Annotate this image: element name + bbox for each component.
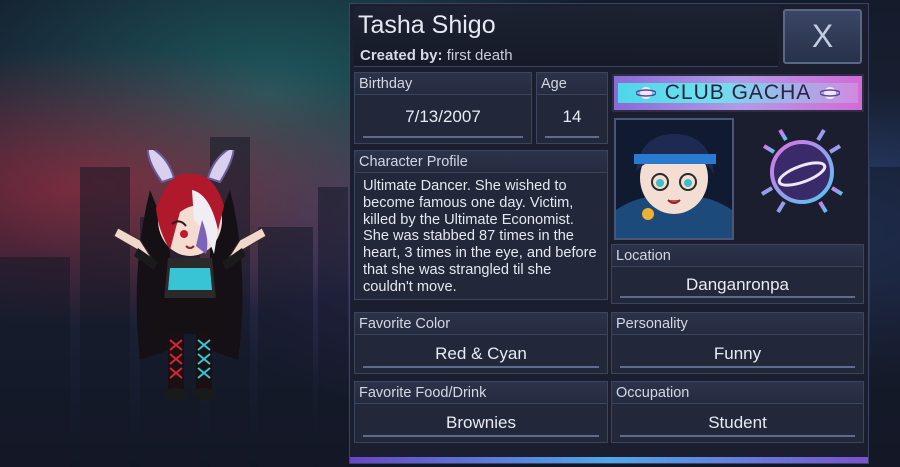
portrait-image: [616, 120, 732, 238]
field-personality[interactable]: Personality Funny: [611, 312, 864, 374]
field-location[interactable]: Location Danganronpa: [611, 244, 864, 304]
close-button[interactable]: X: [783, 9, 862, 64]
character-portrait[interactable]: [614, 118, 734, 240]
created-by-value: first death: [446, 47, 513, 64]
field-label: Age: [537, 73, 607, 95]
field-label: Favorite Color: [355, 313, 607, 335]
field-age[interactable]: Age 14: [536, 72, 608, 144]
field-favorite-food[interactable]: Favorite Food/Drink Brownies: [354, 381, 608, 443]
field-label: Birthday: [355, 73, 531, 95]
field-label: Personality: [612, 313, 863, 335]
field-label: Occupation: [612, 382, 863, 404]
profile-card: Tasha Shigo Created by: first death X Bi…: [349, 3, 869, 464]
close-icon: X: [811, 18, 834, 54]
field-character-profile[interactable]: Character Profile Ultimate Dancer. She w…: [354, 150, 608, 300]
field-underline: [620, 366, 855, 368]
character-profile-text: Ultimate Dancer. She wished to become fa…: [363, 178, 597, 295]
character-avatar[interactable]: [110, 144, 270, 410]
character-name: Tasha Shigo: [358, 11, 496, 39]
field-underline: [620, 435, 855, 437]
field-birthday[interactable]: Birthday 7/13/2007: [354, 72, 532, 144]
field-underline: [363, 435, 599, 437]
field-favorite-color[interactable]: Favorite Color Red & Cyan: [354, 312, 608, 374]
field-label: Location: [612, 245, 863, 267]
field-underline: [363, 366, 599, 368]
title-bar: Tasha Shigo Created by: first death: [354, 6, 778, 67]
field-label: Character Profile: [355, 151, 607, 173]
created-by-label: Created by:: [360, 47, 443, 64]
club-gacha-logo-icon: [756, 124, 848, 220]
character-figure: [113, 144, 267, 400]
field-underline: [363, 136, 523, 138]
panel-bottom-accent: [350, 457, 868, 463]
field-occupation[interactable]: Occupation Student: [611, 381, 864, 443]
field-label: Favorite Food/Drink: [355, 382, 607, 404]
planet-icon: [820, 87, 840, 99]
club-gacha-banner: CLUB GACHA: [612, 74, 864, 112]
field-underline: [545, 136, 599, 138]
created-by-line: Created by: first death: [360, 47, 513, 64]
field-underline: [620, 296, 855, 298]
